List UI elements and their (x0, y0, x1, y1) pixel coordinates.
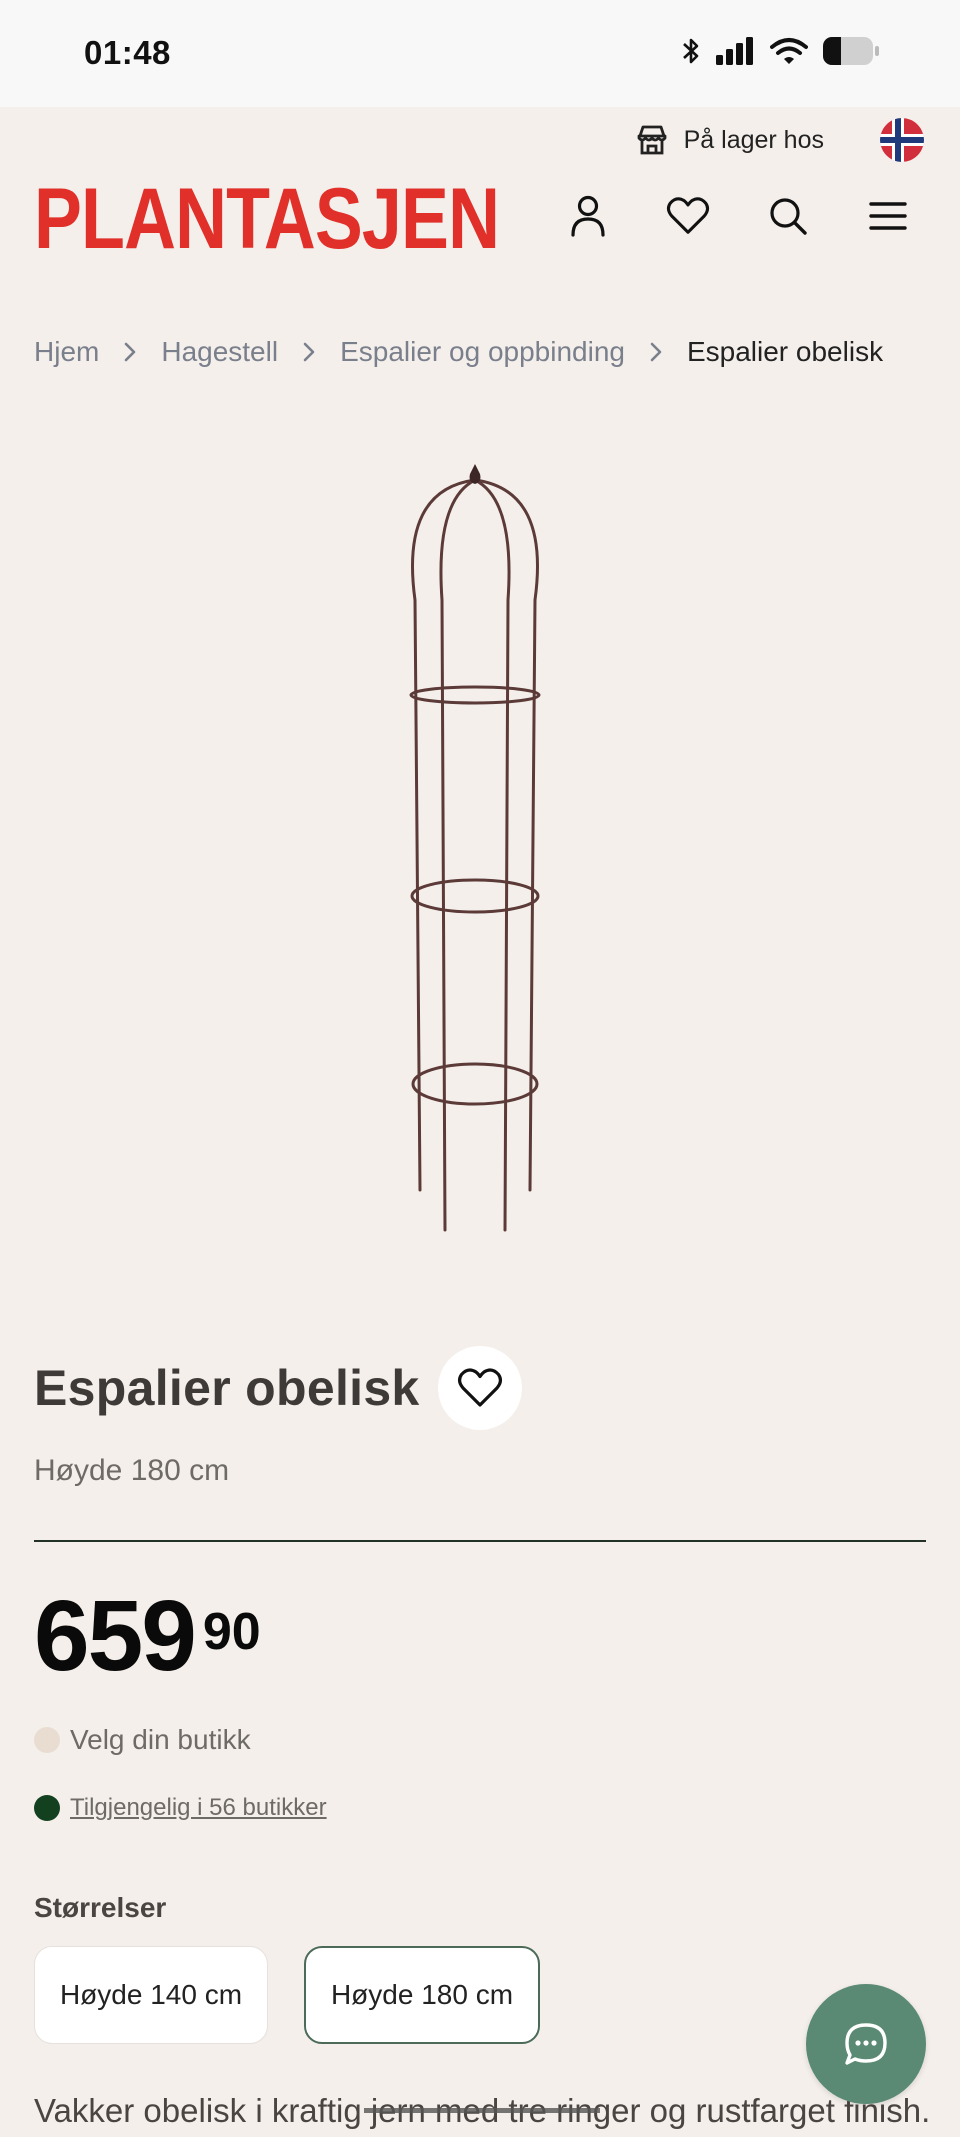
product-subtitle: Høyde 180 cm (34, 1454, 230, 1487)
plantasjen-logo[interactable]: PLANTASJEN (34, 174, 500, 264)
wifi-icon (770, 38, 808, 64)
menu-icon (869, 202, 907, 230)
availability-dot (34, 1795, 60, 1821)
breadcrumb-item-current: Espalier obelisk (686, 336, 884, 367)
chat-button[interactable] (806, 1984, 926, 2104)
chevron-right-icon (649, 341, 663, 363)
divider (34, 1540, 926, 1542)
heart-icon (457, 1368, 502, 1407)
norway-flag-icon[interactable] (880, 118, 924, 162)
search-icon (770, 198, 807, 235)
signal-icon (716, 37, 753, 65)
product-title-row: Espalier obelisk (34, 1346, 522, 1430)
store-select-label: Velg din butikk (70, 1724, 251, 1755)
user-icon (571, 195, 605, 237)
search-button[interactable] (766, 194, 810, 238)
store-icon (637, 125, 667, 155)
store-status-dot (34, 1727, 60, 1753)
availability-link[interactable]: Tilgjengelig i 56 butikker (70, 1794, 327, 1822)
heart-icon (666, 197, 710, 234)
size-option-140[interactable]: Høyde 140 cm (34, 1946, 268, 2044)
breadcrumb-item-hagestell[interactable]: Hagestell (161, 336, 278, 368)
product-price: 659 90 (34, 1586, 261, 1686)
chevron-right-icon (302, 341, 316, 363)
price-decimals: 90 (202, 1603, 261, 1661)
menu-button[interactable] (866, 194, 910, 238)
status-time: 01:48 (84, 34, 171, 71)
sizes-label: Størrelser (34, 1892, 167, 1923)
size-option-180[interactable]: Høyde 180 cm (304, 1946, 540, 2044)
store-label: På lager hos (683, 125, 824, 154)
availability: Tilgjengelig i 56 butikker (34, 1794, 327, 1822)
header-actions (566, 194, 910, 238)
account-button[interactable] (566, 194, 610, 238)
product-image[interactable] (380, 460, 570, 1240)
status-icons (680, 36, 880, 66)
store-select[interactable]: Velg din butikk (34, 1724, 251, 1756)
product-title: Espalier obelisk (34, 1360, 420, 1416)
breadcrumb-item-home[interactable]: Hjem (34, 336, 99, 368)
bluetooth-icon (683, 38, 699, 64)
breadcrumb-item-espalier[interactable]: Espalier og oppbinding (340, 336, 625, 368)
price-main: 659 (34, 1580, 197, 1692)
favorites-button[interactable] (666, 194, 710, 238)
breadcrumb: Hjem Hagestell Espalier og oppbinding Es… (34, 336, 883, 368)
status-bar: 01:48 (0, 0, 960, 107)
add-to-favorites-button[interactable] (437, 1346, 522, 1430)
chevron-right-icon (123, 341, 137, 363)
battery-icon (823, 37, 879, 65)
store-row[interactable]: På lager hos (634, 118, 924, 162)
scroll-indicator (364, 2108, 600, 2113)
chat-bubble-icon (845, 2023, 887, 2065)
